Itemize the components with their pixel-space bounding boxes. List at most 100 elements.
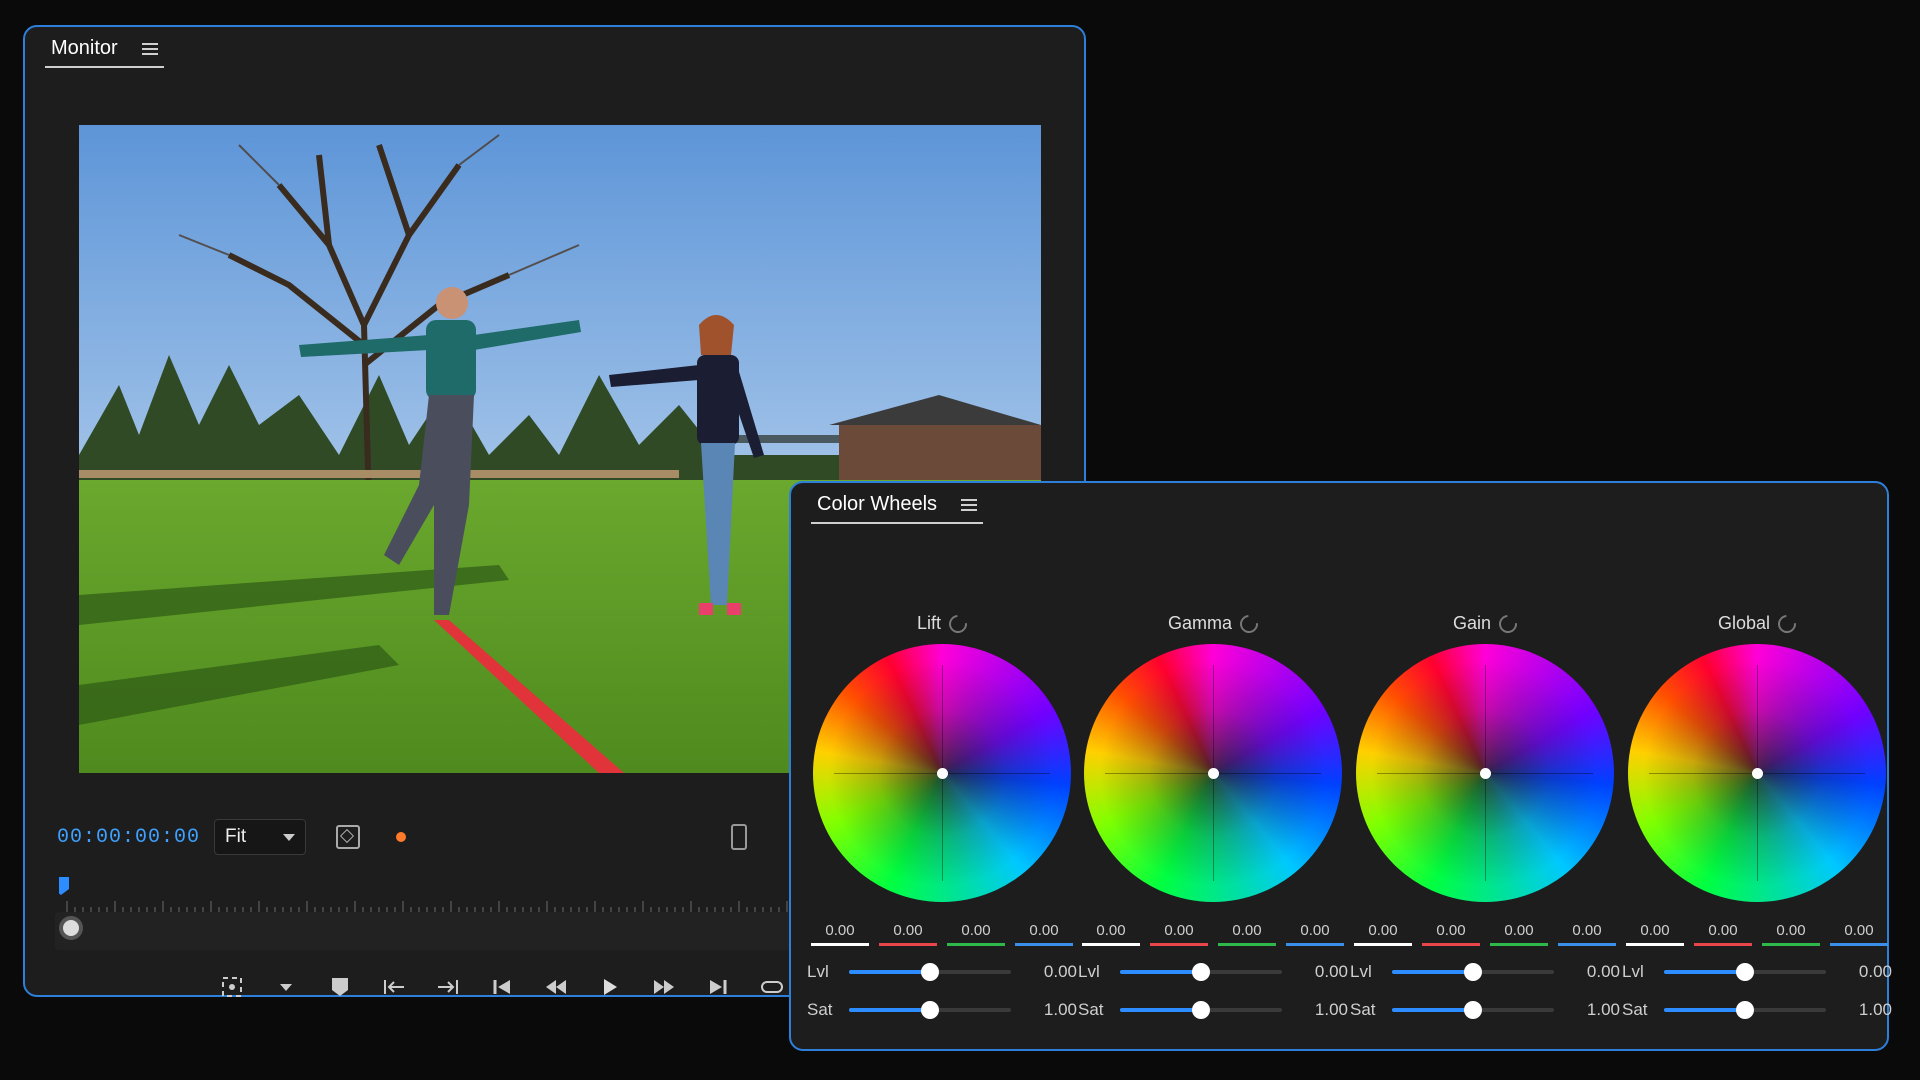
go-to-in-button[interactable] [475, 965, 529, 1009]
slider-handle[interactable] [921, 963, 939, 981]
value-blue[interactable]: 0.00 [1558, 922, 1616, 946]
saturation-value[interactable]: 1.00 [1570, 1000, 1620, 1020]
saturation-value[interactable]: 1.00 [1298, 1000, 1348, 1020]
color-wheels-tab[interactable]: Color Wheels [811, 493, 984, 524]
play-icon [604, 979, 617, 995]
level-value[interactable]: 0.00 [1027, 962, 1077, 982]
level-slider[interactable] [1664, 963, 1826, 981]
loop-icon [761, 981, 783, 993]
scrub-handle[interactable] [59, 916, 83, 940]
level-label: Lvl [807, 962, 829, 981]
step-forward-button[interactable] [637, 965, 691, 1009]
value-green[interactable]: 0.00 [947, 922, 1005, 946]
level-row: Lvl 0.00 [807, 960, 1077, 984]
saturation-value[interactable]: 1.00 [1027, 1000, 1077, 1020]
value-green[interactable]: 0.00 [1762, 922, 1820, 946]
saturation-slider[interactable] [849, 1001, 1011, 1019]
value-red[interactable]: 0.00 [1150, 922, 1208, 946]
step-back-button[interactable] [529, 965, 583, 1009]
reset-icon[interactable] [1236, 610, 1262, 637]
wheel-center-handle[interactable] [1479, 767, 1491, 779]
value-master[interactable]: 0.00 [1082, 922, 1140, 946]
saturation-row: Sat 1.00 [1622, 998, 1892, 1022]
slider-handle[interactable] [1464, 963, 1482, 981]
mark-in-button[interactable] [367, 965, 421, 1009]
saturation-row: Sat 1.00 [807, 998, 1077, 1022]
wheel-center-handle[interactable] [936, 767, 948, 779]
level-slider[interactable] [849, 963, 1011, 981]
value-red[interactable]: 0.00 [879, 922, 937, 946]
marker-icon [332, 978, 348, 996]
slider-handle[interactable] [1736, 963, 1754, 981]
slider-handle[interactable] [1464, 1001, 1482, 1019]
saturation-label: Sat [1350, 1000, 1376, 1019]
record-indicator-icon [396, 832, 407, 842]
color-wheel-global[interactable] [1628, 644, 1886, 902]
wheel-gain: Gain 0.00 0.00 0.00 0.00 Lvl 0.00 Sat 1.00 [1350, 610, 1620, 1022]
value-green[interactable]: 0.00 [1218, 922, 1276, 946]
zoom-select-value: Fit [225, 826, 247, 847]
scrub-bar[interactable] [55, 912, 815, 950]
level-row: Lvl 0.00 [1078, 960, 1348, 984]
saturation-slider[interactable] [1392, 1001, 1554, 1019]
wheel-global: Global 0.00 0.00 0.00 0.00 Lvl 0.00 Sat 1.0… [1622, 610, 1892, 1022]
play-button[interactable] [583, 965, 637, 1009]
value-green[interactable]: 0.00 [1490, 922, 1548, 946]
menu-icon[interactable] [141, 42, 158, 55]
value-blue[interactable]: 0.00 [1830, 922, 1888, 946]
value-red[interactable]: 0.00 [1422, 922, 1480, 946]
safe-margins-icon[interactable] [336, 825, 361, 849]
value-blue[interactable]: 0.00 [1015, 922, 1073, 946]
monitor-tab[interactable]: Monitor [45, 37, 164, 68]
saturation-value[interactable]: 1.00 [1842, 1000, 1892, 1020]
level-value[interactable]: 0.00 [1570, 962, 1620, 982]
wheel-title: Gamma [1167, 613, 1232, 633]
menu-icon[interactable] [961, 498, 978, 511]
level-value[interactable]: 0.00 [1842, 962, 1892, 982]
wheel-title: Gain [1452, 613, 1492, 633]
saturation-slider[interactable] [1120, 1001, 1282, 1019]
rewind-icon [546, 980, 566, 994]
slider-handle[interactable] [1192, 963, 1210, 981]
level-value[interactable]: 0.00 [1298, 962, 1348, 982]
color-wheels-tab-label: Color Wheels [817, 493, 938, 515]
saturation-slider[interactable] [1664, 1001, 1826, 1019]
reset-icon[interactable] [1774, 610, 1800, 637]
mark-out-icon [438, 980, 458, 994]
slider-handle[interactable] [921, 1001, 939, 1019]
export-frame-button[interactable] [205, 965, 259, 1009]
more-options-button[interactable] [259, 965, 313, 1009]
value-master[interactable]: 0.00 [1626, 922, 1684, 946]
level-label: Lvl [1622, 962, 1644, 981]
color-wheel-lift[interactable] [813, 644, 1071, 902]
color-wheel-gain[interactable] [1356, 644, 1614, 902]
timecode-display[interactable]: 00:00:00:00 [57, 826, 200, 849]
chevron-down-icon [283, 833, 296, 841]
level-slider[interactable] [1120, 963, 1282, 981]
saturation-label: Sat [1078, 1000, 1104, 1019]
device-icon[interactable] [731, 824, 748, 850]
go-to-out-button[interactable] [691, 965, 745, 1009]
add-marker-button[interactable] [313, 965, 367, 1009]
saturation-row: Sat 1.00 [1078, 998, 1348, 1022]
reset-icon[interactable] [945, 610, 971, 637]
wheel-center-handle[interactable] [1207, 767, 1219, 779]
reset-icon[interactable] [1495, 610, 1521, 637]
saturation-label: Sat [807, 1000, 833, 1019]
color-wheel-gamma[interactable] [1084, 644, 1342, 902]
level-slider[interactable] [1392, 963, 1554, 981]
wheel-center-handle[interactable] [1751, 767, 1763, 779]
value-master[interactable]: 0.00 [1354, 922, 1412, 946]
zoom-select[interactable]: Fit [214, 819, 307, 855]
wheel-title: Global [1717, 613, 1771, 633]
value-blue[interactable]: 0.00 [1286, 922, 1344, 946]
mark-out-button[interactable] [421, 965, 475, 1009]
wheel-lift: Lift 0.00 0.00 0.00 0.00 Lvl 0.00 Sat 1.00 [807, 610, 1077, 1022]
mark-in-icon [384, 980, 404, 994]
slider-handle[interactable] [1192, 1001, 1210, 1019]
step-forward-icon [710, 980, 727, 994]
value-master[interactable]: 0.00 [811, 922, 869, 946]
value-red[interactable]: 0.00 [1694, 922, 1752, 946]
level-label: Lvl [1078, 962, 1100, 981]
slider-handle[interactable] [1736, 1001, 1754, 1019]
